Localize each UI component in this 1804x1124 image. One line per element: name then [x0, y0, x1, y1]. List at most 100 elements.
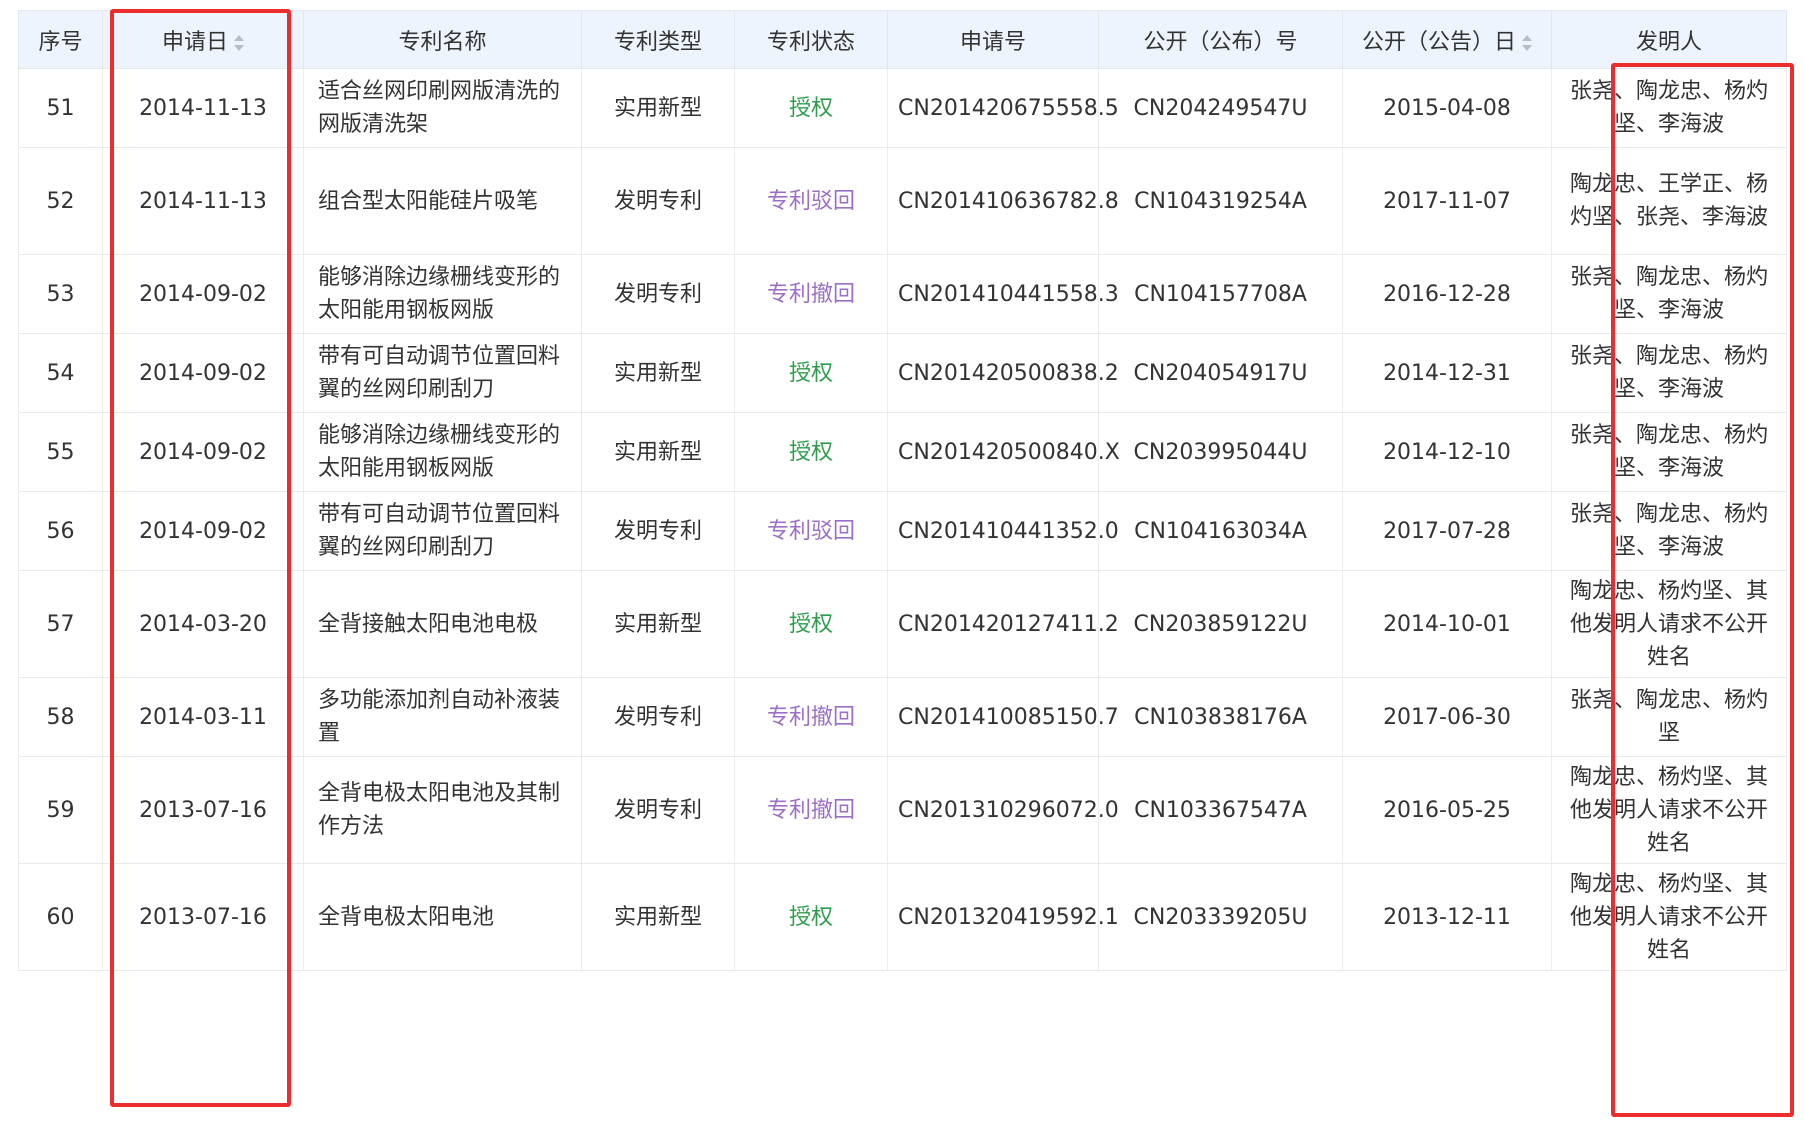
cell-inventor: 陶龙忠、王学正、杨灼坚、张尧、李海波 [1551, 147, 1787, 255]
cell-pub-no: CN203859122U [1098, 570, 1343, 678]
cell-apply-no: CN201420500840.X [887, 412, 1120, 492]
cell-apply-date: 2014-09-02 [102, 491, 304, 571]
col-header-name: 专利名称 [303, 10, 582, 69]
table-row: 57 2014-03-20 全背接触太阳电池电极 实用新型 授权 CN20142… [18, 570, 1787, 678]
cell-pub-no: CN204249547U [1098, 68, 1343, 148]
cell-apply-date: 2014-09-02 [102, 412, 304, 492]
cell-inventor: 陶龙忠、杨灼坚、其他发明人请求不公开姓名 [1551, 756, 1787, 864]
cell-pub-date: 2016-05-25 [1342, 756, 1552, 864]
cell-pub-no: CN203995044U [1098, 412, 1343, 492]
cell-pub-date: 2016-12-28 [1342, 254, 1552, 334]
sort-icon[interactable] [234, 34, 244, 52]
cell-pub-date: 2014-12-31 [1342, 333, 1552, 413]
cell-inventor: 张尧、陶龙忠、杨灼坚、李海波 [1551, 491, 1787, 571]
col-header-seq: 序号 [18, 10, 103, 69]
cell-pub-no: CN103367547A [1098, 756, 1343, 864]
cell-patent-name[interactable]: 多功能添加剂自动补液装置 [303, 677, 582, 757]
cell-patent-status: 专利撤回 [734, 677, 888, 757]
col-header-pub-date-label: 公开（公告）日 [1361, 29, 1516, 55]
cell-patent-status: 授权 [734, 68, 888, 148]
cell-apply-date: 2014-09-02 [102, 254, 304, 334]
cell-apply-date: 2013-07-16 [102, 863, 304, 971]
cell-pub-date: 2013-12-11 [1342, 863, 1552, 971]
cell-apply-no: CN201410085150.7 [887, 677, 1119, 757]
col-header-pub-no-label: 公开（公布）号 [1143, 29, 1298, 55]
cell-apply-date: 2014-09-02 [102, 333, 304, 413]
cell-patent-name[interactable]: 组合型太阳能硅片吸笔 [303, 147, 582, 255]
cell-pub-no: CN104157708A [1098, 254, 1343, 334]
cell-pub-no: CN203339205U [1098, 863, 1343, 971]
sort-icon[interactable] [1522, 34, 1532, 52]
cell-pub-date: 2015-04-08 [1342, 68, 1552, 148]
cell-pub-date: 2017-11-07 [1342, 147, 1552, 255]
cell-seq: 58 [18, 677, 103, 757]
cell-apply-no: CN201410441352.0 [887, 491, 1119, 571]
cell-patent-status: 专利驳回 [734, 147, 888, 255]
cell-apply-no: CN201410636782.8 [887, 147, 1119, 255]
cell-apply-date: 2014-03-11 [102, 677, 304, 757]
cell-inventor: 张尧、陶龙忠、杨灼坚 [1551, 677, 1787, 757]
table-row: 59 2013-07-16 全背电极太阳电池及其制作方法 发明专利 专利撤回 C… [18, 756, 1787, 864]
table-row: 60 2013-07-16 全背电极太阳电池 实用新型 授权 CN2013204… [18, 863, 1787, 971]
cell-patent-status: 授权 [734, 570, 888, 678]
col-header-apply-date[interactable]: 申请日 [102, 10, 304, 69]
cell-patent-name[interactable]: 全背电极太阳电池及其制作方法 [303, 756, 582, 864]
cell-apply-date: 2013-07-16 [102, 756, 304, 864]
cell-pub-no: CN104319254A [1098, 147, 1343, 255]
cell-patent-name[interactable]: 带有可自动调节位置回料翼的丝网印刷刮刀 [303, 333, 582, 413]
cell-apply-date: 2014-03-20 [102, 570, 304, 678]
table-header: 序号 申请日 专利名称 专利类型 专利状态 申请号 公开（公布）号 公开（公告）… [18, 10, 1787, 69]
cell-patent-name[interactable]: 全背接触太阳电池电极 [303, 570, 582, 678]
cell-patent-status: 专利驳回 [734, 491, 888, 571]
cell-patent-name[interactable]: 带有可自动调节位置回料翼的丝网印刷刮刀 [303, 491, 582, 571]
cell-patent-type: 发明专利 [581, 756, 735, 864]
table-row: 51 2014-11-13 适合丝网印刷网版清洗的网版清洗架 实用新型 授权 C… [18, 68, 1787, 148]
cell-apply-no: CN201420675558.5 [887, 68, 1119, 148]
cell-patent-type: 实用新型 [581, 412, 735, 492]
table-row: 52 2014-11-13 组合型太阳能硅片吸笔 发明专利 专利驳回 CN201… [18, 147, 1787, 255]
col-header-status: 专利状态 [734, 10, 888, 69]
cell-apply-no: CN201310296072.0 [887, 756, 1119, 864]
table-row: 54 2014-09-02 带有可自动调节位置回料翼的丝网印刷刮刀 实用新型 授… [18, 333, 1787, 413]
table-row: 55 2014-09-02 能够消除边缘栅线变形的太阳能用钢板网版 实用新型 授… [18, 412, 1787, 492]
cell-pub-date: 2014-10-01 [1342, 570, 1552, 678]
cell-apply-date: 2014-11-13 [102, 68, 304, 148]
cell-patent-type: 实用新型 [581, 68, 735, 148]
cell-patent-name[interactable]: 能够消除边缘栅线变形的太阳能用钢板网版 [303, 254, 582, 334]
cell-patent-name[interactable]: 全背电极太阳电池 [303, 863, 582, 971]
cell-inventor: 张尧、陶龙忠、杨灼坚、李海波 [1551, 68, 1787, 148]
cell-patent-type: 发明专利 [581, 491, 735, 571]
cell-patent-name[interactable]: 能够消除边缘栅线变形的太阳能用钢板网版 [303, 412, 582, 492]
cell-seq: 60 [18, 863, 103, 971]
cell-patent-name[interactable]: 适合丝网印刷网版清洗的网版清洗架 [303, 68, 582, 148]
col-header-apply-no: 申请号 [887, 10, 1099, 69]
cell-seq: 52 [18, 147, 103, 255]
cell-pub-date: 2014-12-10 [1342, 412, 1552, 492]
cell-patent-type: 实用新型 [581, 333, 735, 413]
table-row: 58 2014-03-11 多功能添加剂自动补液装置 发明专利 专利撤回 CN2… [18, 677, 1787, 757]
cell-apply-no: CN201410441558.3 [887, 254, 1119, 334]
patent-table: 序号 申请日 专利名称 专利类型 专利状态 申请号 公开（公布）号 公开（公告）… [18, 10, 1787, 971]
cell-seq: 55 [18, 412, 103, 492]
col-header-name-label: 专利名称 [398, 29, 487, 55]
col-header-apply-date-label: 申请日 [161, 29, 228, 55]
cell-inventor: 陶龙忠、杨灼坚、其他发明人请求不公开姓名 [1551, 863, 1787, 971]
cell-patent-type: 发明专利 [581, 677, 735, 757]
cell-patent-status: 专利撤回 [734, 756, 888, 864]
cell-pub-date: 2017-06-30 [1342, 677, 1552, 757]
patent-table-view: 序号 申请日 专利名称 专利类型 专利状态 申请号 公开（公布）号 公开（公告）… [0, 0, 1804, 1124]
col-header-pub-date[interactable]: 公开（公告）日 [1342, 10, 1552, 69]
col-header-inventor-label: 发明人 [1635, 29, 1702, 55]
cell-apply-no: CN201320419592.1 [887, 863, 1119, 971]
col-header-seq-label: 序号 [38, 29, 83, 55]
cell-pub-date: 2017-07-28 [1342, 491, 1552, 571]
cell-patent-status: 授权 [734, 863, 888, 971]
cell-pub-no: CN103838176A [1098, 677, 1343, 757]
col-header-pub-no: 公开（公布）号 [1098, 10, 1343, 69]
cell-patent-status: 授权 [734, 412, 888, 492]
cell-inventor: 陶龙忠、杨灼坚、其他发明人请求不公开姓名 [1551, 570, 1787, 678]
col-header-apply-no-label: 申请号 [959, 29, 1026, 55]
cell-pub-no: CN204054917U [1098, 333, 1343, 413]
cell-seq: 53 [18, 254, 103, 334]
cell-seq: 54 [18, 333, 103, 413]
